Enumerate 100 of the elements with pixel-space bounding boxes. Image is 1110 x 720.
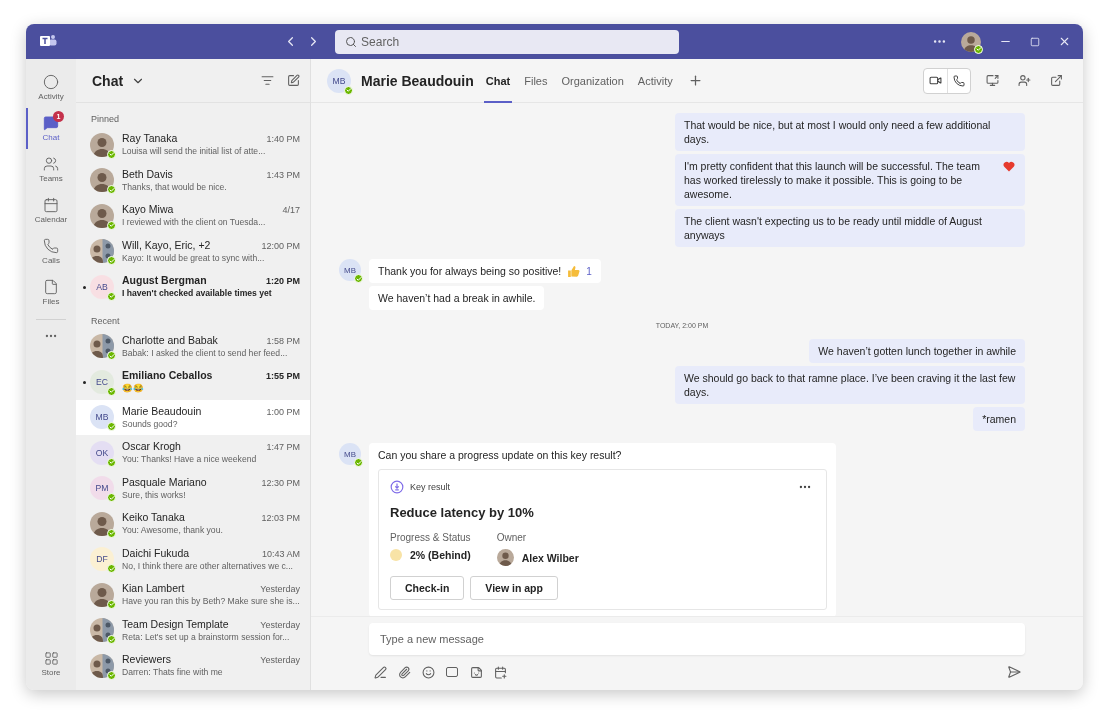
presence-available-icon xyxy=(107,564,116,574)
contact-name: Will, Kayo, Eric, +2 xyxy=(122,238,211,251)
chat-list-item[interactable]: PM Pasquale Mariano 12:30 PM Sure, this works! xyxy=(76,470,310,506)
rail-tab[interactable]: Store xyxy=(26,643,76,684)
app-logo-icon xyxy=(40,34,57,49)
pane-title: Chat xyxy=(92,72,124,89)
message-time: 12:30 PM xyxy=(261,477,300,488)
presence-available-icon xyxy=(107,351,116,361)
contact-name: Marie Beaudouin xyxy=(122,404,202,417)
contact-name: Emiliano Ceballos xyxy=(122,369,213,382)
status-value: 2% (Behind) xyxy=(410,549,471,561)
people-icon xyxy=(43,156,59,172)
pen-icon xyxy=(373,665,387,679)
section-label: Pinned xyxy=(90,113,121,126)
presence-available-icon xyxy=(107,493,116,503)
contact-name: Kian Lambert xyxy=(122,582,185,595)
message-time: 1:47 PM xyxy=(266,442,300,453)
card-action-button[interactable]: View in app xyxy=(470,576,558,600)
chat-list-item[interactable]: Ray Tanaka 1:40 PM Louisa will send the initial list of atte... xyxy=(76,127,310,163)
message-preview: Sure, this works! xyxy=(122,489,186,501)
plus-icon xyxy=(688,73,704,88)
avatar: EC xyxy=(90,369,114,394)
sent-message: The client wasn't expecting us to be ready until middle of August anyways xyxy=(675,209,1025,247)
chat-list-item[interactable]: Will, Kayo, Eric, +2 12:00 PM Kayo: It would be great to sync with... xyxy=(76,233,310,269)
rail-tab[interactable]: Calendar xyxy=(26,190,76,231)
sent-message: That would be nice, but at most I would only need a few additional days. xyxy=(675,113,1025,151)
contact-name: Keiko Tanaka xyxy=(122,511,185,524)
avatar xyxy=(90,582,114,607)
avatar: AB xyxy=(90,274,114,299)
chat-list-item[interactable]: EC Emiliano Ceballos 1:55 PM 😂😂 xyxy=(76,364,310,400)
chat-list-item[interactable]: OK Oscar Krogh 1:47 PM You: Thanks! Have a nice weekend xyxy=(76,435,310,471)
rail-tab[interactable]: Teams xyxy=(26,149,76,190)
conversation-tab[interactable]: Files xyxy=(522,58,550,103)
chat-list-item[interactable]: Team Design Template Yesterday Reta: Let's set up a brainstorm session for... xyxy=(76,612,310,648)
chat-list-item[interactable]: Kayo Miwa 4/17 I reviewed with the client on Tuesda... xyxy=(76,198,310,234)
message-text: Can you share a progress update on this key result? xyxy=(378,448,622,462)
reaction-count: 1 xyxy=(586,265,592,277)
maximize-icon xyxy=(1030,36,1040,47)
avatar: DF xyxy=(90,547,114,572)
message-time: 1:55 PM xyxy=(266,371,300,382)
message-input-field[interactable]: Type a new message xyxy=(369,623,1025,655)
conversation-tab[interactable]: Activity xyxy=(635,58,675,103)
presence-available-icon xyxy=(354,458,363,467)
message-preview: Sounds good? xyxy=(122,418,178,430)
contact-name: August Bergman xyxy=(122,274,207,287)
presence-available-icon xyxy=(107,256,116,266)
card-action-button[interactable]: Check-in xyxy=(390,576,465,600)
chat-list-item[interactable]: AB August Bergman 1:20 PM I haven't checked available times yet xyxy=(76,269,310,305)
rail-tab[interactable]: Files xyxy=(26,272,76,313)
chat-list-item[interactable]: Beth Davis 1:43 PM Thanks, that would be nice. xyxy=(76,162,310,198)
conversation-tab[interactable]: Chat xyxy=(483,58,513,103)
message-preview: I haven't checked available times yet xyxy=(122,288,272,300)
group-avatar xyxy=(90,653,114,678)
rail-tab[interactable]: Calls xyxy=(26,231,76,272)
message-preview: 😂😂 xyxy=(122,383,144,395)
group-avatar xyxy=(90,239,114,264)
profile-avatar xyxy=(961,31,981,52)
chat-list-item[interactable]: Reviewers Yesterday Darren: Thats fine with me xyxy=(76,648,310,684)
field-label: Progress & Status xyxy=(390,532,471,543)
close-icon xyxy=(1058,35,1071,48)
search-field[interactable]: Search xyxy=(335,29,680,54)
chat-list-item[interactable]: Kian Lambert Yesterday Have you ran this by Beth? Make sure she is... xyxy=(76,577,310,613)
rail-tab[interactable]: Activity xyxy=(26,67,76,108)
smiley-icon xyxy=(421,665,435,679)
chat-list-item[interactable]: DF Daichi Fukuda 10:43 AM No, I think there are other alternatives we c... xyxy=(76,541,310,577)
message-time: Yesterday xyxy=(260,619,300,630)
send-icon xyxy=(1007,665,1021,679)
message-preview: I reviewed with the client on Tuesda... xyxy=(122,217,266,229)
phone-icon xyxy=(43,238,59,254)
video-camera-icon xyxy=(929,74,942,87)
avatar xyxy=(90,511,114,536)
avatar: PM xyxy=(90,476,114,501)
chat-list-item[interactable]: MB Marie Beaudouin 1:00 PM Sounds good? xyxy=(76,399,310,435)
filter-icon xyxy=(260,74,274,87)
presence-available-icon xyxy=(107,635,116,645)
conversation-tab[interactable]: Organization xyxy=(559,58,626,103)
thumbs-up-icon xyxy=(567,264,581,278)
message-time: 12:03 PM xyxy=(261,513,300,524)
calendar-icon xyxy=(43,197,59,213)
message-preview: You: Thanks! Have a nice weekend xyxy=(122,454,257,466)
message-time: 1:43 PM xyxy=(266,169,300,180)
avatar xyxy=(90,132,114,157)
message-time: 1:40 PM xyxy=(266,134,300,145)
key-result-icon xyxy=(390,480,404,494)
contact-name: Pasquale Mariano xyxy=(122,475,207,488)
message-preview: Reta: Let's set up a brainstorm session for... xyxy=(122,631,290,643)
message-text: We haven’t had a break in awhile. xyxy=(378,291,536,305)
message-time: 10:43 AM xyxy=(261,548,300,559)
grid-icon xyxy=(43,650,59,666)
chat-list-item[interactable]: Charlotte and Babak 1:58 PM Babak: I asked the client to send her feed... xyxy=(76,328,310,364)
presence-available-icon xyxy=(107,457,116,467)
presence-available-icon xyxy=(107,528,116,538)
card-title: Reduce latency by 10% xyxy=(390,505,535,520)
contact-name: Reviewers xyxy=(122,653,171,666)
message-text: Thank you for always being so positive! xyxy=(378,264,562,278)
conversation-title: Marie Beaudouin xyxy=(361,72,474,89)
message-preview: Louisa will send the initial list of atte... xyxy=(122,146,266,158)
owner-name: Alex Wilber xyxy=(521,551,579,564)
chat-list-item[interactable]: Keiko Tanaka 12:03 PM You: Awesome, thank you. xyxy=(76,506,310,542)
pop-out-icon xyxy=(1049,74,1063,87)
